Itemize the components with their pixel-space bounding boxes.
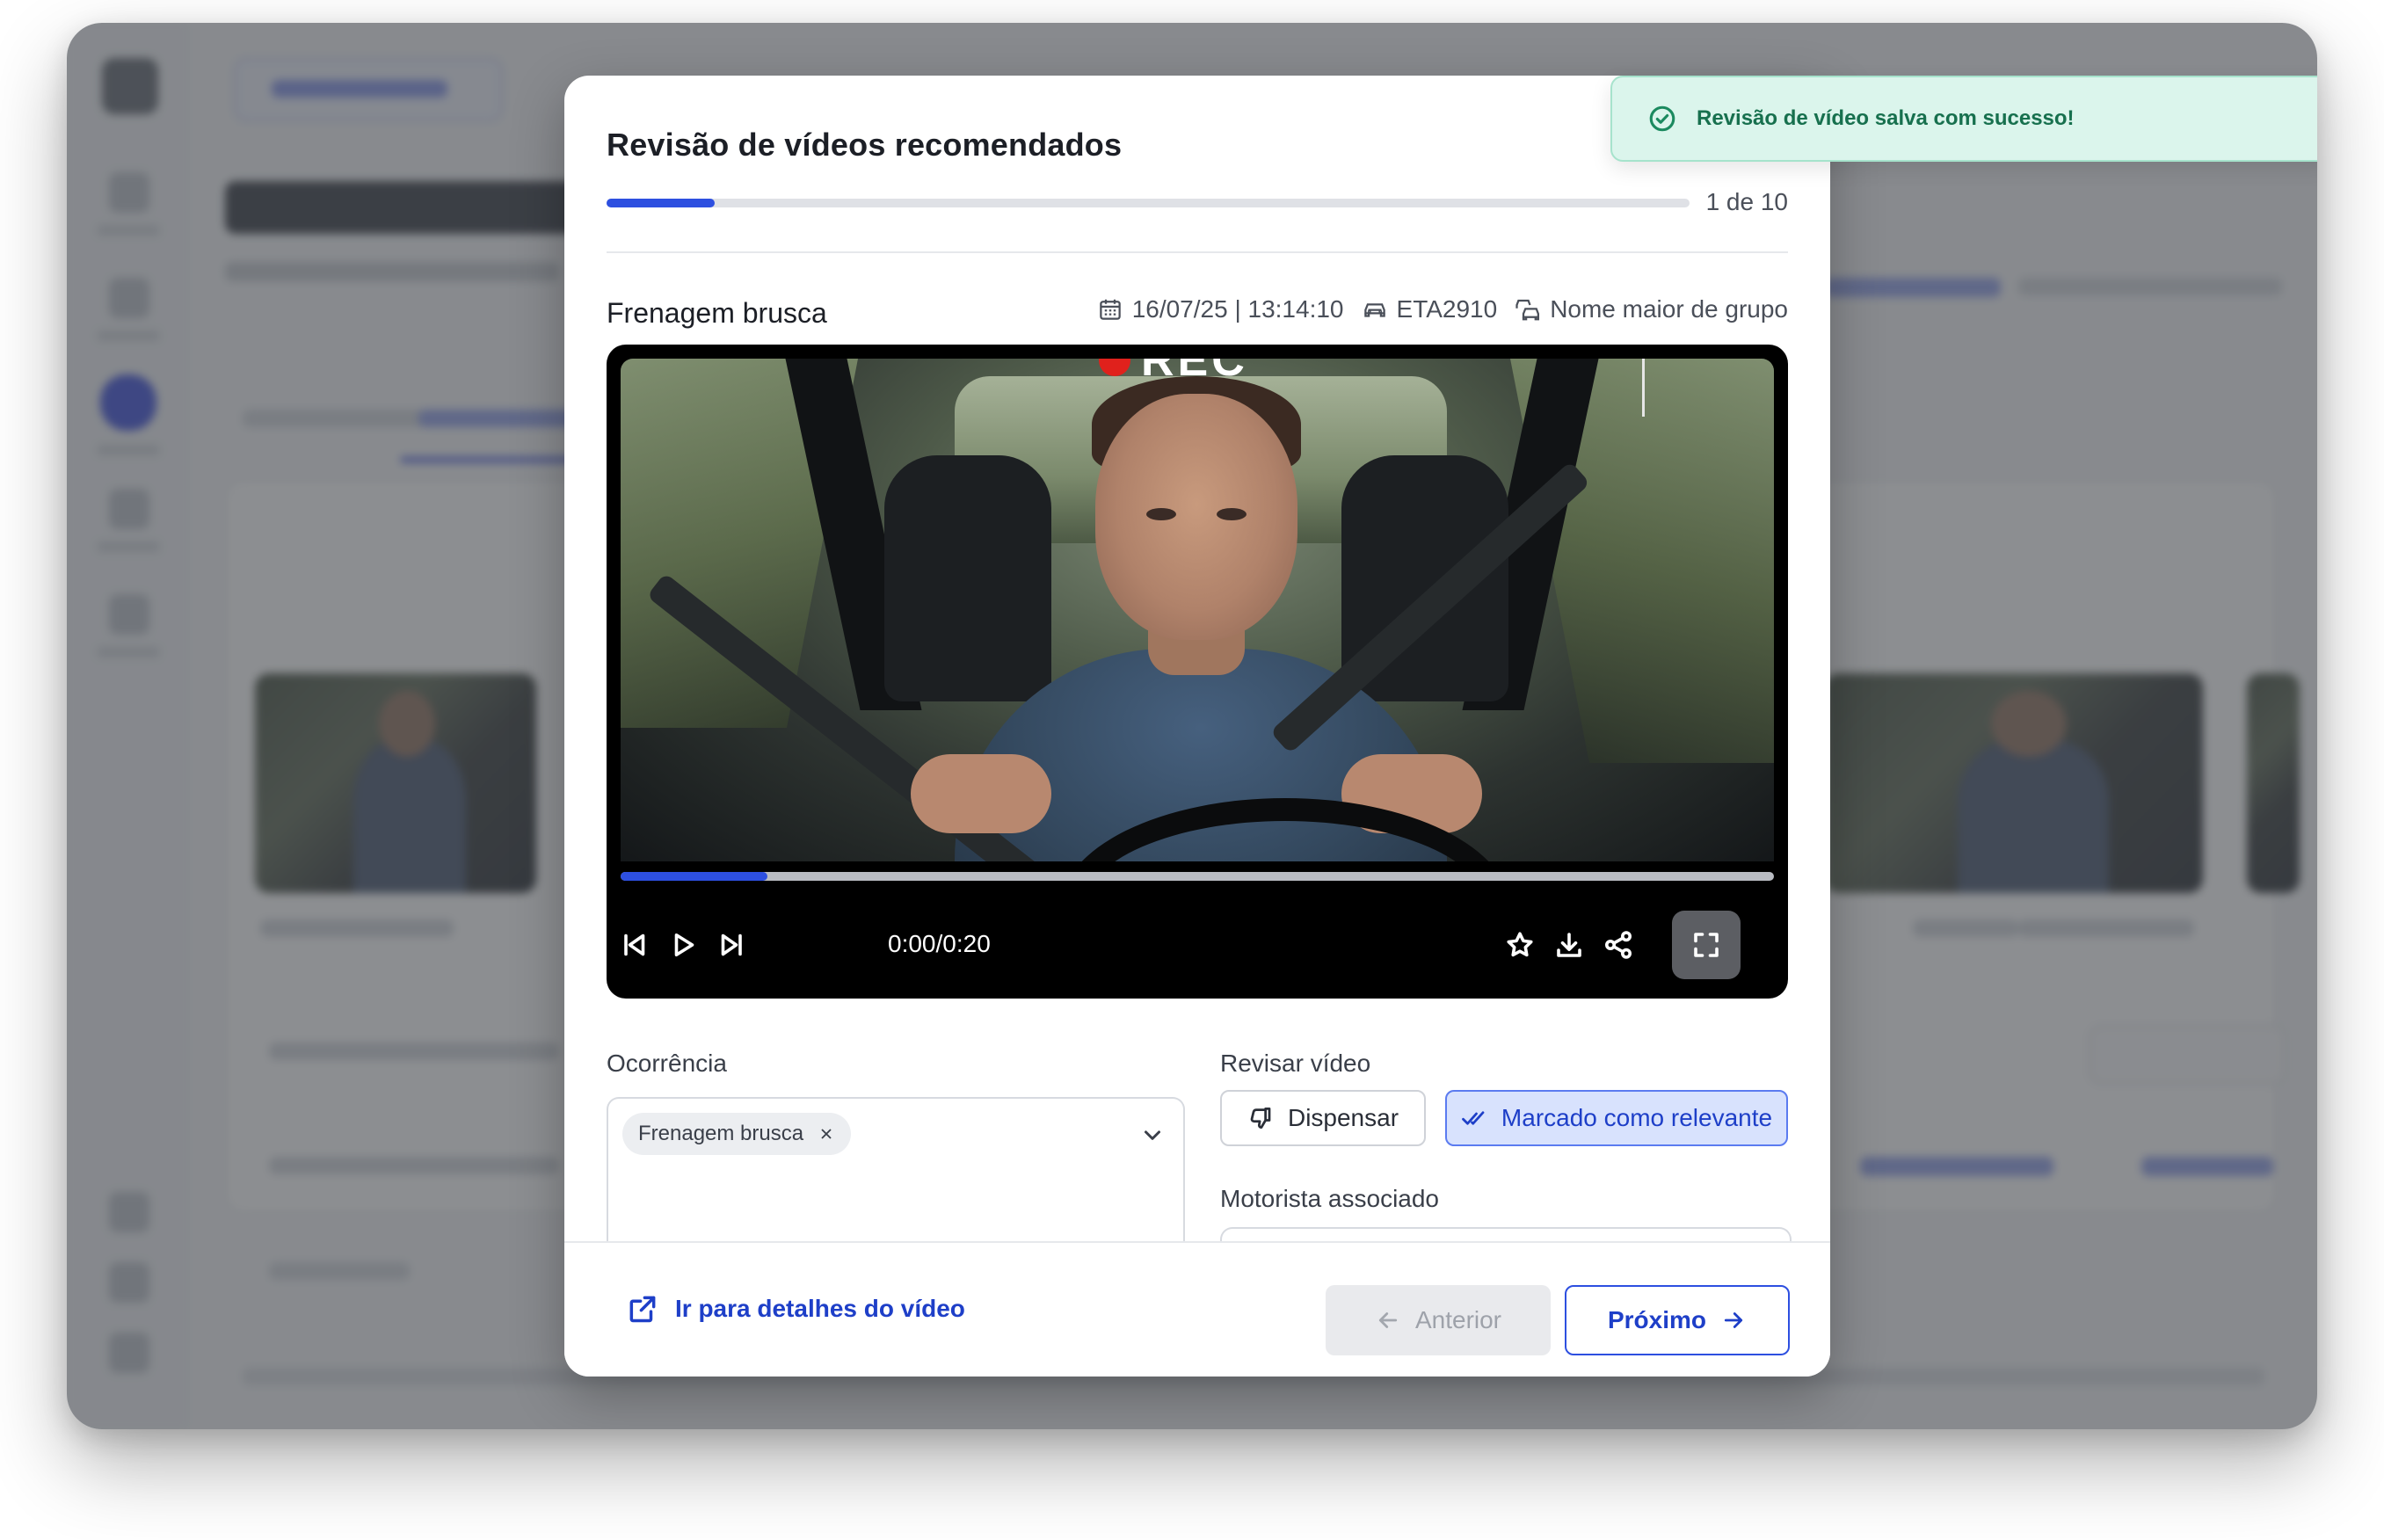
dismiss-button[interactable]: Dispensar (1220, 1090, 1426, 1146)
thumbs-down-icon (1250, 1108, 1271, 1129)
skip-back-icon (624, 933, 645, 956)
success-toast: Revisão de vídeo salva com sucesso! (1610, 76, 2317, 162)
event-vehicle: ETA2910 (1362, 295, 1497, 323)
fullscreen-button[interactable] (1672, 911, 1741, 979)
close-icon[interactable] (818, 1125, 835, 1143)
next-video-button[interactable] (698, 911, 767, 979)
occurrence-dropdown-toggle[interactable] (1139, 1122, 1166, 1148)
share-button[interactable] (1584, 911, 1653, 979)
occurrence-chip: Frenagem brusca (622, 1113, 852, 1155)
review-modal: Revisão de vídeos recomendados 1 de 10 F… (564, 76, 1830, 1377)
next-button[interactable]: Próximo (1565, 1285, 1790, 1355)
calendar-icon (1099, 299, 1121, 320)
rec-dot-icon (1099, 359, 1130, 376)
double-check-icon (1462, 1111, 1485, 1125)
chevron-down-icon (1145, 1130, 1160, 1140)
arrow-right-icon (1724, 1312, 1743, 1328)
player-controls: 0:00/0:20 (607, 890, 1788, 999)
modal-footer: Ir para detalhes do vídeo Anterior Próxi… (564, 1241, 1830, 1377)
app-window: Revisão de vídeos recomendados 1 de 10 F… (67, 23, 2317, 1429)
overlay-marker (1642, 359, 1645, 417)
fullscreen-icon (1694, 933, 1719, 957)
play-icon (674, 933, 694, 957)
event-group: Nome maior de grupo (1515, 295, 1788, 323)
driver-label: Motorista associado (1220, 1185, 1440, 1212)
car-icon (1363, 303, 1385, 317)
modal-title: Revisão de vídeos recomendados (607, 127, 1123, 163)
review-progress-bar (607, 199, 1690, 207)
external-link-icon (629, 1296, 656, 1323)
previous-button[interactable]: Anterior (1326, 1285, 1551, 1355)
mark-relevant-button[interactable]: Marcado como relevante (1445, 1090, 1788, 1146)
occurrence-label: Ocorrência (607, 1050, 727, 1077)
video-player[interactable]: REC 0:00/0:20 (607, 345, 1788, 999)
event-meta: 16/07/25 | 13:14:10 ETA2910 Nome maior d… (1097, 295, 1788, 323)
video-frame[interactable]: REC (621, 359, 1774, 861)
video-details-link[interactable]: Ir para detalhes do vídeo (626, 1292, 965, 1326)
review-video-label: Revisar vídeo (1220, 1050, 1371, 1077)
arrow-left-icon (1378, 1312, 1398, 1328)
review-progress-fill (607, 199, 716, 207)
event-datetime: 16/07/25 | 13:14:10 (1097, 295, 1344, 323)
header-divider (607, 251, 1788, 253)
download-icon (1557, 933, 1581, 957)
share-icon (1605, 931, 1632, 959)
video-scrubber[interactable] (621, 872, 1774, 881)
skip-forward-icon (721, 933, 742, 956)
car-group-icon (1515, 299, 1540, 321)
recording-indicator: REC (1099, 359, 1248, 387)
video-scrubber-fill (621, 872, 767, 881)
check-circle-icon (1649, 105, 1675, 132)
star-icon (1507, 932, 1533, 957)
event-title: Frenagem brusca (607, 297, 827, 329)
review-progress-label: 1 de 10 (1705, 188, 1788, 215)
playback-time: 0:00/0:20 (888, 930, 991, 957)
